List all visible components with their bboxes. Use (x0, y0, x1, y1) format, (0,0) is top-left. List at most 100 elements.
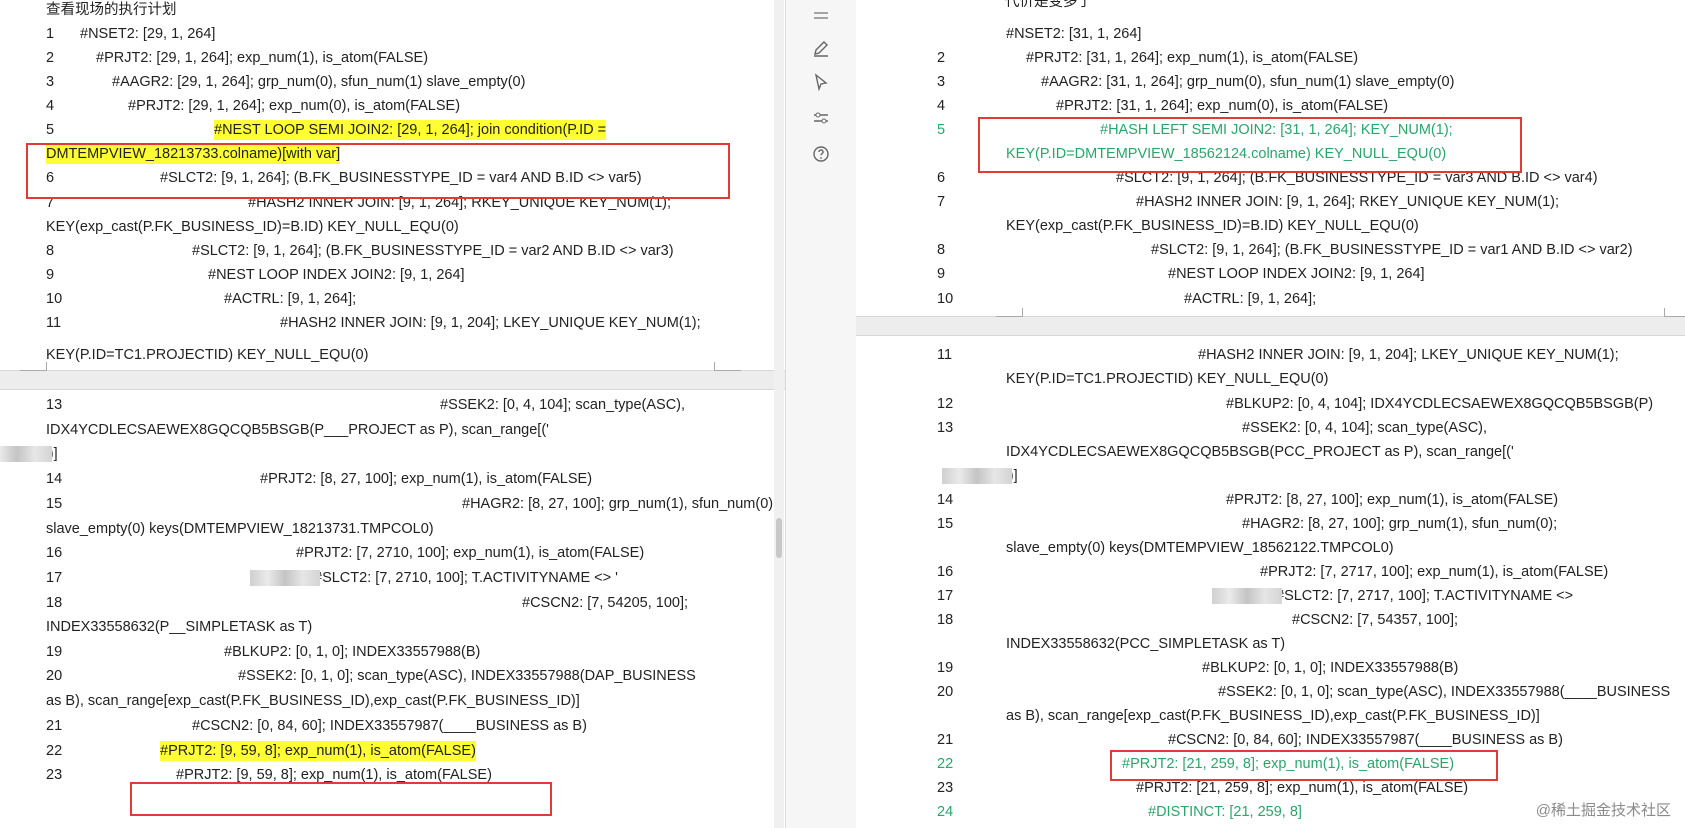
red-annotation-box (1110, 750, 1498, 781)
line-number: 22 (937, 756, 954, 772)
line-number: 2 (46, 50, 55, 66)
line-text: #PRJT2: [9, 59, 8]; exp_num(1), is_atom(… (160, 741, 476, 761)
line-text: #AAGR2: [31, 1, 264]; grp_num(0), sfun_n… (1041, 74, 1455, 90)
line-number: 6 (937, 170, 946, 186)
right-header-text: 代价是变多了 (1005, 0, 1092, 10)
line-number: 15 (937, 516, 954, 532)
line-number: 18 (937, 612, 954, 628)
line-number: 12 (937, 396, 954, 412)
redacted-region (250, 570, 320, 586)
line-text: KEY(exp_cast(P.FK_BUSINESS_ID)=B.ID) KEY… (46, 219, 459, 235)
line-text: #HASH2 INNER JOIN: [9, 1, 204]; LKEY_UNI… (280, 315, 701, 331)
redacted-region (942, 468, 1012, 484)
line-number: 17 (46, 570, 63, 586)
line-number: 21 (46, 718, 63, 734)
right-document-pane[interactable]: 代价是变多了 #NSET2: [31, 1, 264] 2 #PRJT2: [31,… (856, 0, 1685, 828)
line-number: 15 (46, 496, 63, 512)
line-number: 23 (46, 767, 63, 783)
pen-icon[interactable] (807, 34, 835, 62)
page-corner-mark (20, 362, 47, 371)
line-text: INDEX33558632(P__SIMPLETASK as T) (46, 619, 313, 635)
line-number: 9 (46, 267, 55, 283)
line-text: #BLKUP2: [0, 1, 0]; INDEX33557988(B) (1202, 660, 1459, 676)
line-number: 3 (46, 74, 55, 90)
line-text: #CSCN2: [0, 84, 60]; INDEX33557987(____B… (1168, 732, 1563, 748)
line-text: #CSCN2: [7, 54205, 100]; (522, 595, 689, 611)
line-text: #NEST LOOP SEMI JOIN2: [29, 1, 264]; joi… (214, 120, 607, 140)
annotation-toolbar (785, 0, 858, 828)
line-text: KEY(P.ID=TC1.PROJECTID) KEY_NULL_EQU(0) (46, 347, 369, 363)
line-number: 1 (46, 26, 55, 42)
line-number: 8 (46, 243, 55, 259)
line-text: #HAGR2: [8, 27, 100]; grp_num(1), sfun_n… (1242, 516, 1558, 532)
line-number: 16 (937, 564, 954, 580)
line-text: #BLKUP2: [0, 1, 0]; INDEX33557988(B) (224, 644, 481, 660)
line-text: #NEST LOOP INDEX JOIN2: [9, 1, 264] (1168, 266, 1425, 282)
right-page-break (856, 316, 1685, 336)
line-text: #CSCN2: [7, 54357, 100]; (1292, 612, 1459, 628)
line-number: 19 (46, 644, 63, 660)
red-annotation-box (130, 782, 552, 816)
line-number: 10 (937, 291, 954, 307)
help-icon[interactable] (807, 140, 835, 168)
line-text: #PRJT2: [8, 27, 100]; exp_num(1), is_ato… (1226, 492, 1559, 508)
line-text: #PRJT2: [31, 1, 264]; exp_num(0), is_ato… (1056, 98, 1389, 114)
line-text: #CSCN2: [0, 84, 60]; INDEX33557987(____B… (192, 718, 587, 734)
line-text: #PRJT2: [29, 1, 264]; exp_num(1), is_ato… (96, 50, 429, 66)
line-text: IDX4YCDLECSAEWEX8GQCQB5BSGB(P___PROJECT … (46, 422, 549, 438)
line-number: 13 (937, 420, 954, 436)
left-scrollbar[interactable] (774, 0, 784, 828)
line-text: as B), scan_range[exp_cast(P.FK_BUSINESS… (1006, 708, 1540, 724)
cursor-icon[interactable] (807, 68, 835, 96)
redacted-region (1212, 588, 1282, 604)
line-number: 11 (46, 315, 62, 331)
line-number: 5 (937, 122, 946, 138)
watermark-text: @稀土掘金技术社区 (1535, 802, 1671, 819)
line-number: 20 (937, 684, 954, 700)
line-text: as B), scan_range[exp_cast(P.FK_BUSINESS… (46, 693, 580, 709)
line-number: 23 (937, 780, 954, 796)
line-text: #PRJT2: [7, 2717, 100]; exp_num(1), is_a… (1260, 564, 1609, 580)
line-number: 14 (46, 471, 63, 487)
line-number: 19 (937, 660, 954, 676)
line-number: 22 (46, 743, 63, 759)
line-text: #HASH2 INNER JOIN: [9, 1, 204]; LKEY_UNI… (1198, 347, 1619, 363)
line-text: #AAGR2: [29, 1, 264]; grp_num(0), sfun_n… (112, 74, 526, 90)
line-text: #NEST LOOP INDEX JOIN2: [9, 1, 264] (208, 267, 465, 283)
line-number: 14 (937, 492, 954, 508)
line-text: #SSEK2: [0, 1, 0]; scan_type(ASC), INDEX… (1218, 684, 1671, 700)
line-number: 21 (937, 732, 954, 748)
line-text: #NSET2: [29, 1, 264] (80, 26, 216, 42)
line-text: #HAGR2: [8, 27, 100]; grp_num(1), sfun_n… (462, 496, 778, 512)
line-text: #BLKUP2: [0, 4, 104]; IDX4YCDLECSAEWEX8G… (1226, 396, 1654, 412)
line-text: #ACTRL: [9, 1, 264]; (224, 291, 357, 307)
line-number: 5 (46, 122, 55, 138)
left-header: 查看现场的执行计划 (46, 0, 177, 20)
line-number: 17 (937, 588, 954, 604)
line-text: #NSET2: [31, 1, 264] (1006, 26, 1142, 42)
line-text: KEY(P.ID=TC1.PROJECTID) KEY_NULL_EQU(0) (1006, 371, 1329, 387)
redacted-region (0, 446, 52, 462)
line-number: 10 (46, 291, 63, 307)
red-annotation-box (26, 143, 730, 199)
menu-icon[interactable] (807, 2, 835, 30)
line-text: #PRJT2: [7, 2710, 100]; exp_num(1), is_a… (296, 545, 645, 561)
line-number: 16 (46, 545, 63, 561)
line-number: 9 (937, 266, 946, 282)
left-document-pane[interactable]: 查看现场的执行计划 1 #NSET2: [29, 1, 264] 2 #PRJT2: … (0, 0, 785, 828)
line-number: 3 (937, 74, 946, 90)
line-text: #SLCT2: [7, 2710, 100]; T.ACTIVITYNAME <… (314, 570, 618, 586)
page-corner-mark (714, 362, 741, 371)
right-header: 代价是变多了 (1005, 0, 1092, 12)
line-text: #PRJT2: [31, 1, 264]; exp_num(1), is_ato… (1026, 50, 1359, 66)
line-number: 11 (937, 347, 953, 363)
page-corner-mark (1664, 308, 1685, 317)
line-text: #SLCT2: [9, 1, 264]; (B.FK_BUSINESSTYPE_… (192, 243, 674, 259)
line-text: #ACTRL: [9, 1, 264]; (1184, 291, 1317, 307)
page-corner-mark (996, 308, 1023, 317)
line-text: KEY(exp_cast(P.FK_BUSINESS_ID)=B.ID) KEY… (1006, 218, 1419, 234)
left-scrollbar-thumb[interactable] (776, 518, 782, 558)
line-number: 7 (937, 194, 946, 210)
line-number: 4 (937, 98, 946, 114)
sliders-icon[interactable] (807, 104, 835, 132)
